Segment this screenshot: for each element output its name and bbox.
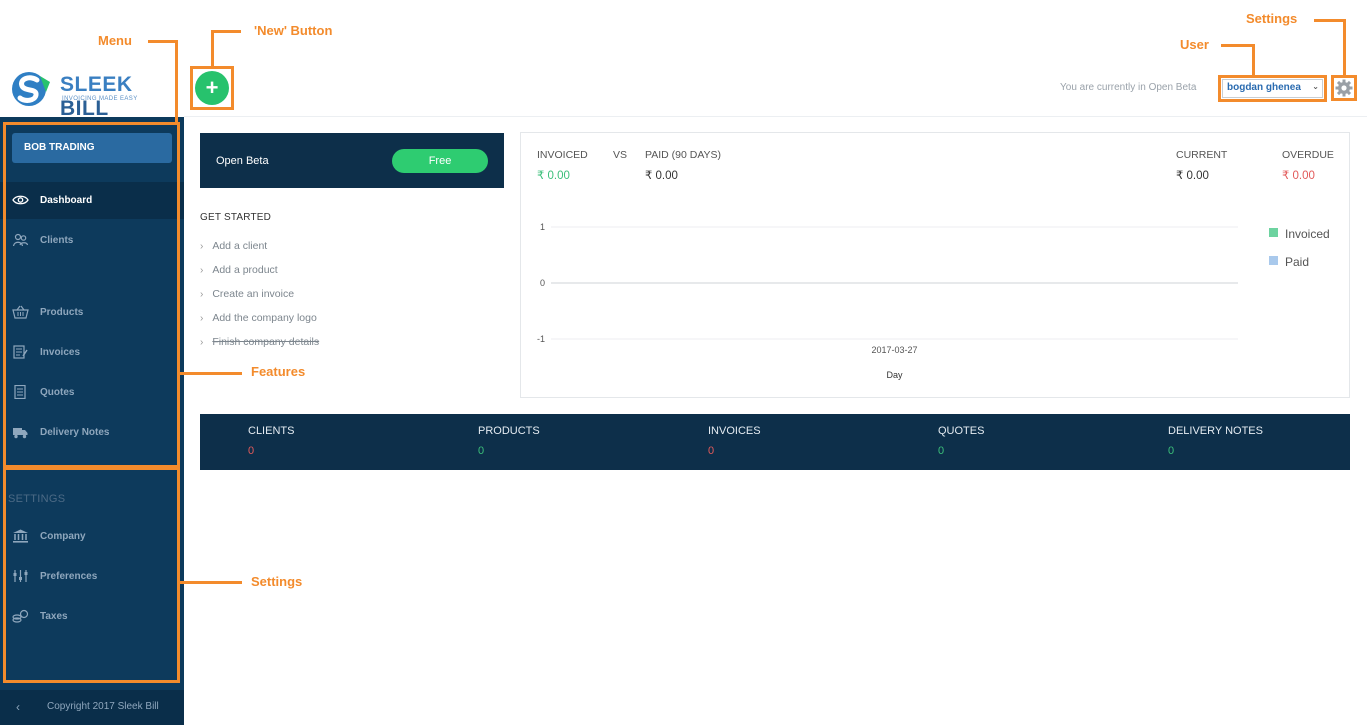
count-label-products[interactable]: PRODUCTS	[478, 425, 540, 437]
annotation-connector	[148, 40, 178, 43]
beta-notice: You are currently in Open Beta	[1060, 82, 1197, 93]
current-label: CURRENT	[1176, 149, 1228, 161]
legend-swatch-paid	[1269, 256, 1278, 265]
x-axis-label: Day	[886, 370, 903, 380]
count-value-quotes: 0	[938, 445, 945, 457]
annotation-connector	[1221, 44, 1255, 47]
count-value-products: 0	[478, 445, 485, 457]
annotation-connector	[1252, 44, 1255, 75]
annotation-connector	[175, 40, 178, 122]
sidebar-footer: ‹ Copyright 2017 Sleek Bill	[0, 690, 184, 725]
counts-bar	[200, 414, 1350, 470]
chevron-right-icon: ›	[200, 265, 204, 276]
annotation-box-menu	[3, 122, 180, 468]
get-started-item[interactable]: › Add a product	[200, 264, 278, 276]
header-divider	[184, 116, 1367, 117]
annotation-connector	[211, 30, 241, 33]
count-label-clients[interactable]: CLIENTS	[248, 425, 294, 437]
current-value: ₹ 0.00	[1176, 170, 1209, 182]
paid-value: ₹ 0.00	[645, 170, 678, 182]
annotation-connector	[1343, 19, 1346, 76]
app-logo[interactable]: SLEEK BILL INVOICING MADE EASY	[10, 68, 180, 120]
legend-label-paid: Paid	[1285, 255, 1310, 269]
y-tick-label: -1	[537, 334, 545, 344]
logo-tagline: INVOICING MADE EASY	[62, 96, 138, 102]
chevron-right-icon: ›	[200, 289, 204, 300]
logo-s-icon	[12, 72, 50, 106]
overdue-label: OVERDUE	[1282, 149, 1334, 161]
count-label-delivery-notes[interactable]: DELIVERY NOTES	[1168, 425, 1263, 437]
paid-label: PAID (90 DAYS)	[645, 149, 722, 161]
x-tick-label: 2017-03-27	[871, 345, 917, 355]
annotation-connector	[180, 372, 242, 375]
chevron-right-icon: ›	[200, 337, 204, 348]
annotation-features: Features	[251, 364, 306, 379]
y-tick-label: 0	[540, 278, 545, 288]
invoiced-vs-paid-chart: 1 0 -1 2017-03-27 Day	[537, 222, 1238, 380]
overdue-value: ₹ 0.00	[1282, 170, 1315, 182]
legend-label-invoiced: Invoiced	[1285, 227, 1330, 241]
annotation-settings-side: Settings	[251, 574, 303, 589]
plan-name: Open Beta	[216, 155, 269, 167]
copyright-text: Copyright 2017 Sleek Bill	[47, 701, 159, 712]
plan-badge[interactable]: Free	[392, 149, 488, 173]
annotation-connector	[211, 30, 214, 68]
y-tick-label: 1	[540, 222, 545, 232]
annotation-settings-top: Settings	[1246, 11, 1298, 26]
get-started-item[interactable]: › Finish company details	[200, 336, 319, 348]
legend-swatch-invoiced	[1269, 228, 1278, 237]
chevron-right-icon: ›	[200, 241, 204, 252]
annotation-new-button: 'New' Button	[254, 23, 333, 38]
count-label-quotes[interactable]: QUOTES	[938, 425, 984, 437]
annotation-box-settings-menu	[3, 467, 180, 683]
annotation-user: User	[1180, 37, 1209, 52]
get-started-item[interactable]: › Add the company logo	[200, 312, 317, 324]
count-value-invoices: 0	[708, 445, 715, 457]
chevron-right-icon: ›	[200, 313, 204, 324]
invoiced-value: ₹ 0.00	[537, 170, 570, 182]
vs-label: VS	[613, 149, 628, 161]
annotation-menu: Menu	[98, 33, 132, 48]
annotation-box-user	[1218, 75, 1327, 102]
count-value-delivery-notes: 0	[1168, 445, 1175, 457]
count-label-invoices[interactable]: INVOICES	[708, 425, 761, 437]
annotation-box-settings	[1331, 75, 1357, 101]
get-started-title: GET STARTED	[200, 212, 272, 223]
get-started-item[interactable]: › Create an invoice	[200, 288, 294, 300]
annotation-box-new-button	[190, 66, 234, 110]
count-value-clients: 0	[248, 445, 255, 457]
annotation-connector	[1314, 19, 1346, 22]
annotation-connector	[180, 581, 242, 584]
invoiced-label: INVOICED	[537, 149, 588, 161]
get-started-item[interactable]: › Add a client	[200, 240, 267, 252]
collapse-sidebar-icon[interactable]: ‹	[16, 700, 20, 714]
